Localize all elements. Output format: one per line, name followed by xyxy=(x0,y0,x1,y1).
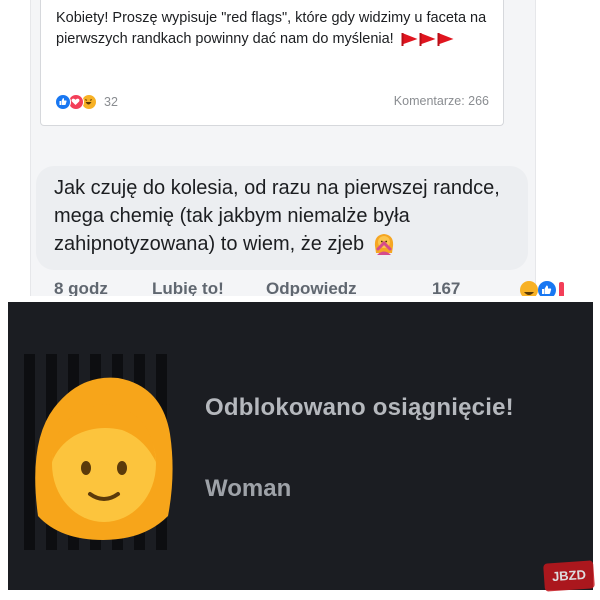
comments-count-link[interactable]: Komentarze: 266 xyxy=(394,94,489,108)
achievement-title: Odblokowano osiągnięcie! xyxy=(205,394,514,421)
like-comment-link[interactable]: Lubię to! xyxy=(152,279,224,296)
comment-text-block: Jak czuję do kolesia, od razu na pierwsz… xyxy=(54,174,524,258)
post-reaction-count: 32 xyxy=(104,95,118,109)
post-reactions[interactable]: 32 xyxy=(55,93,118,111)
red-flag-icon xyxy=(401,32,418,46)
post-text-block: Kobiety! Proszę wypisuje "red flags", kt… xyxy=(56,8,496,50)
red-flag-icon xyxy=(419,32,436,46)
site-watermark: JBZD xyxy=(543,560,595,592)
woman-emoji-icon xyxy=(35,377,173,540)
red-flag-icon xyxy=(437,32,454,46)
love-icon xyxy=(559,282,564,296)
achievement-banner: Odblokowano osiągnięcie! Woman xyxy=(8,302,593,590)
comment-text: Jak czuję do kolesia, od razu na pierwsz… xyxy=(54,177,500,255)
comment-bubble: Jak czuję do kolesia, od razu na pierwsz… xyxy=(36,166,528,270)
comment-reactions[interactable] xyxy=(519,280,567,296)
facebook-screenshot: Kobiety! Proszę wypisuje "red flags", kt… xyxy=(0,0,600,296)
achievement-name: Woman xyxy=(205,475,292,502)
like-icon xyxy=(55,94,71,110)
comment-reaction-count: 167 xyxy=(432,279,461,296)
post-card[interactable]: Kobiety! Proszę wypisuje "red flags", kt… xyxy=(40,0,504,126)
comment-meta: 8 godz Lubię to! Odpowiedz 167 xyxy=(54,279,564,296)
reply-comment-link[interactable]: Odpowiedz xyxy=(266,279,357,296)
comment-time: 8 godz xyxy=(54,279,108,296)
woman-gesturing-no-icon xyxy=(374,234,393,255)
red-flags-group xyxy=(401,32,454,46)
